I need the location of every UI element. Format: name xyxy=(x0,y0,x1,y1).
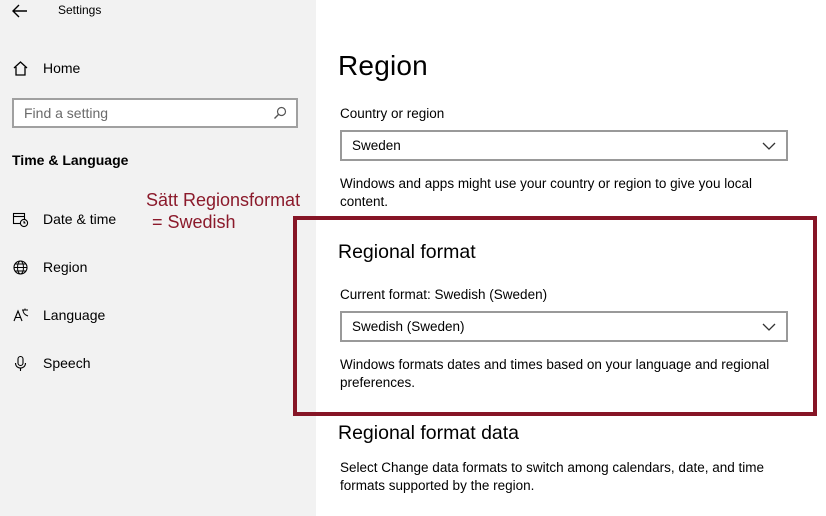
page-title: Region xyxy=(338,50,428,81)
main-content: Region Country or region Sweden Windows … xyxy=(316,0,826,516)
country-label: Country or region xyxy=(340,106,445,121)
annotation-line-1: Sätt Regionsformat xyxy=(146,190,301,210)
sidebar-item-speech[interactable]: Speech xyxy=(12,352,90,374)
app-title: Settings xyxy=(58,3,102,17)
sidebar-item-label: Speech xyxy=(43,355,91,371)
regional-format-select[interactable]: Swedish (Sweden) xyxy=(340,311,788,342)
country-value: Sweden xyxy=(352,138,401,153)
sidebar-item-region[interactable]: Region xyxy=(12,256,87,278)
search-input[interactable] xyxy=(14,104,270,122)
globe-icon xyxy=(13,259,28,275)
back-button[interactable] xyxy=(8,0,32,22)
regional-format-data-heading: Regional format data xyxy=(338,422,520,444)
sidebar-item-language[interactable]: Language xyxy=(12,304,105,326)
language-icon xyxy=(13,308,29,321)
country-select[interactable]: Sweden xyxy=(340,130,788,161)
sidebar-item-date-time[interactable]: Date & time xyxy=(12,208,116,230)
back-arrow-icon xyxy=(12,4,27,18)
section-title: Time & Language xyxy=(12,152,129,168)
home-nav-item[interactable]: Home xyxy=(12,58,80,78)
sidebar-item-label: Language xyxy=(43,307,106,323)
current-format-label: Current format: Swedish (Sweden) xyxy=(340,287,548,302)
sidebar-item-label: Date & time xyxy=(43,211,117,227)
annotation-text: Sätt Regionsformat = Swedish xyxy=(146,189,300,233)
regional-format-value: Swedish (Sweden) xyxy=(352,319,465,334)
home-icon xyxy=(13,60,28,76)
chevron-down-icon xyxy=(762,142,776,150)
regional-format-heading: Regional format xyxy=(338,241,476,263)
regional-format-data-description: Select Change data formats to switch amo… xyxy=(340,460,764,493)
home-label: Home xyxy=(43,60,81,76)
microphone-icon xyxy=(14,355,27,371)
sidebar: Settings Home Time & Language Date & tim… xyxy=(0,0,316,516)
search-icon[interactable] xyxy=(270,103,290,123)
country-description: Windows and apps might use your country … xyxy=(340,176,752,209)
calendar-clock-icon xyxy=(12,212,29,227)
annotation-line-2: = Swedish xyxy=(152,212,236,232)
chevron-down-icon xyxy=(762,323,776,331)
sidebar-item-label: Region xyxy=(43,259,88,275)
search-box[interactable] xyxy=(12,98,298,128)
regional-format-description: Windows formats dates and times based on… xyxy=(340,357,770,390)
